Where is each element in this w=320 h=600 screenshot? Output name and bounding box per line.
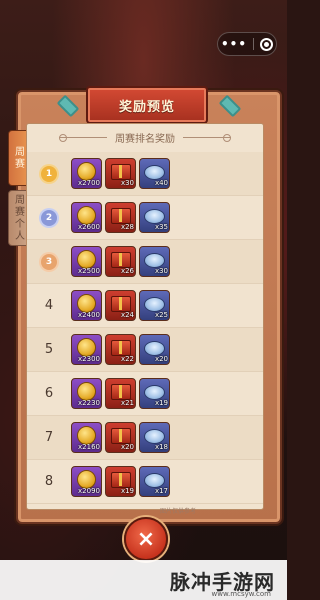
close-miniprogram-icon[interactable] (259, 37, 273, 51)
red-chest-icon[interactable]: x28 (105, 202, 136, 233)
gold-medal-icon: 1 (41, 165, 57, 182)
rank-cell: 4 (44, 298, 54, 313)
red-chest-icon[interactable]: x19 (105, 466, 136, 497)
item-quantity: x17 (154, 487, 168, 495)
item-quantity: x18 (154, 443, 168, 451)
red-chest-icon[interactable]: x26 (105, 246, 136, 277)
item-quantity: x2160 (78, 443, 100, 451)
gold-coin-icon[interactable]: x2700 (71, 158, 102, 189)
item-quantity: x20 (120, 443, 134, 451)
item-quantity: x24 (120, 311, 134, 319)
rank-cell: 7 (44, 430, 54, 445)
reward-panel: 周赛排名奖励 1 x2700 x30 x40 2 x2600 x28 x35 3… (26, 123, 264, 510)
item-quantity: x2230 (78, 399, 100, 407)
item-quantity: x20 (154, 355, 168, 363)
item-quantity: x35 (154, 223, 168, 231)
bronze-medal-icon: 3 (41, 253, 57, 270)
silver-medal-icon: 2 (41, 209, 57, 226)
reward-list[interactable]: 1 x2700 x30 x40 2 x2600 x28 x35 3 x2500 … (27, 152, 263, 504)
site-watermark: 脉冲手游网 www.mcsyw.com (0, 560, 287, 600)
rank-cell: 6 (44, 386, 54, 401)
silver-plate-icon[interactable]: x30 (139, 246, 170, 277)
watermark-url: www.mcsyw.com (211, 590, 271, 598)
item-quantity: x30 (154, 267, 168, 275)
silver-plate-icon[interactable]: x19 (139, 378, 170, 409)
capsule-divider (252, 38, 254, 50)
item-quantity: x2700 (78, 179, 100, 187)
more-icon[interactable]: ••• (221, 37, 247, 51)
gold-coin-icon[interactable]: x2090 (71, 466, 102, 497)
item-quantity: x28 (120, 223, 134, 231)
gold-coin-icon[interactable]: x2230 (71, 378, 102, 409)
item-quantity: x2500 (78, 267, 100, 275)
divider-left (59, 136, 107, 138)
silver-plate-icon[interactable]: x35 (139, 202, 170, 233)
section-subtitle: 周赛排名奖励 (27, 124, 263, 150)
title-banner: 奖励预览 (86, 86, 208, 124)
red-chest-icon[interactable]: x24 (105, 290, 136, 321)
red-chest-icon[interactable]: x30 (105, 158, 136, 189)
item-quantity: x2090 (78, 487, 100, 495)
reward-row: 8 x2090 x19 x17 (27, 460, 263, 504)
gold-coin-icon[interactable]: x2400 (71, 290, 102, 321)
reward-row: 5 x2300 x22 x20 (27, 328, 263, 372)
silver-plate-icon[interactable]: x20 (139, 334, 170, 365)
reward-row: 4 x2400 x24 x25 (27, 284, 263, 328)
item-quantity: x21 (120, 399, 134, 407)
subtitle-text: 周赛排名奖励 (115, 133, 175, 145)
frame-ornament-right (218, 94, 242, 118)
red-chest-icon[interactable]: x20 (105, 422, 136, 453)
item-quantity: x40 (154, 179, 168, 187)
close-button[interactable]: × (124, 517, 168, 561)
rank-cell: 1 (27, 165, 71, 182)
reward-row: 2 x2600 x28 x35 (27, 196, 263, 240)
reward-row: 3 x2500 x26 x30 (27, 240, 263, 284)
gold-coin-icon[interactable]: x2300 (71, 334, 102, 365)
item-quantity: x30 (120, 179, 134, 187)
item-quantity: x2600 (78, 223, 100, 231)
silver-plate-icon[interactable]: x40 (139, 158, 170, 189)
gold-coin-icon[interactable]: x2600 (71, 202, 102, 233)
item-quantity: x19 (154, 399, 168, 407)
silver-plate-icon[interactable]: x18 (139, 422, 170, 453)
miniprogram-capsule[interactable]: ••• (217, 32, 277, 56)
item-quantity: x19 (120, 487, 134, 495)
tab-weekly[interactable]: 周赛 (8, 130, 28, 186)
gold-coin-icon[interactable]: x2160 (71, 422, 102, 453)
reward-row: 7 x2160 x20 x18 (27, 416, 263, 460)
item-quantity: x26 (120, 267, 134, 275)
silver-plate-icon[interactable]: x25 (139, 290, 170, 321)
item-quantity: x2400 (78, 311, 100, 319)
rank-cell: 2 (27, 209, 71, 226)
rank-cell: 3 (27, 253, 71, 270)
item-quantity: x25 (154, 311, 168, 319)
reward-row: 1 x2700 x30 x40 (27, 152, 263, 196)
close-icon[interactable]: × (137, 527, 155, 552)
frame-ornament-left (56, 94, 80, 118)
divider-right (183, 136, 231, 138)
reward-row: 6 x2230 x21 x19 (27, 372, 263, 416)
rank-cell: 5 (44, 342, 54, 357)
gold-coin-icon[interactable]: x2500 (71, 246, 102, 277)
item-quantity: x2300 (78, 355, 100, 363)
rank-cell: 8 (44, 474, 54, 489)
red-chest-icon[interactable]: x22 (105, 334, 136, 365)
item-quantity: x22 (120, 355, 134, 363)
silver-plate-icon[interactable]: x17 (139, 466, 170, 497)
red-chest-icon[interactable]: x21 (105, 378, 136, 409)
credit-text: 图片仅供参考 (160, 508, 197, 515)
tab-weekly-personal[interactable]: 周赛个人 (8, 190, 28, 246)
